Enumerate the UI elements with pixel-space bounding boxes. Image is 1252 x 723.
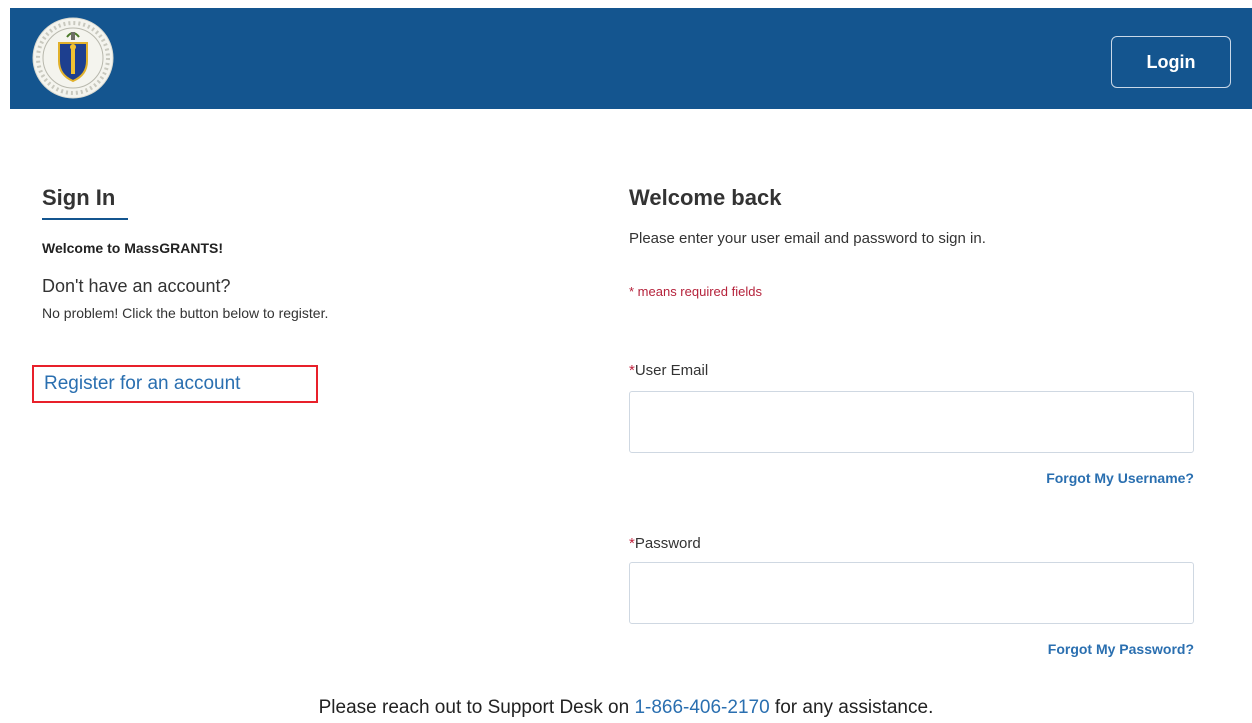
sign-in-section: Sign In Welcome to MassGRANTS! Don't hav… — [32, 180, 502, 403]
welcome-back-heading: Welcome back — [629, 185, 782, 210]
support-note-suffix: for any assistance. — [769, 697, 934, 718]
no-account-prompt: Don't have an account? — [42, 276, 231, 296]
heading-underline — [42, 218, 128, 220]
email-label-text: User Email — [634, 362, 709, 379]
required-fields-note: * means required fields — [629, 284, 762, 299]
support-desk-note: Please reach out to Support Desk on 1-86… — [0, 697, 1252, 719]
forgot-username-link[interactable]: Forgot My Username? — [1046, 470, 1194, 486]
login-instructions: Please enter your user email and passwor… — [629, 230, 986, 247]
password-label-text: Password — [634, 535, 701, 552]
password-field[interactable] — [629, 562, 1194, 624]
login-form-section: Welcome back Please enter your user emai… — [629, 180, 1194, 657]
commonwealth-seal-icon[interactable] — [32, 17, 114, 99]
email-label: *User Email — [629, 362, 708, 379]
email-field[interactable] — [629, 391, 1194, 453]
welcome-message: Welcome to MassGRANTS! — [42, 240, 223, 256]
sign-in-heading: Sign In — [42, 185, 116, 210]
register-instructions: No problem! Click the button below to re… — [42, 305, 329, 321]
login-button[interactable]: Login — [1111, 36, 1231, 88]
support-note-prefix: Please reach out to Support Desk on — [318, 697, 635, 718]
password-label: *Password — [629, 535, 701, 552]
register-account-link[interactable]: Register for an account — [32, 365, 318, 403]
forgot-password-link[interactable]: Forgot My Password? — [1048, 641, 1194, 657]
support-phone-link[interactable]: 1-866-406-2170 — [634, 697, 769, 718]
top-header-bar: Login — [10, 8, 1252, 109]
